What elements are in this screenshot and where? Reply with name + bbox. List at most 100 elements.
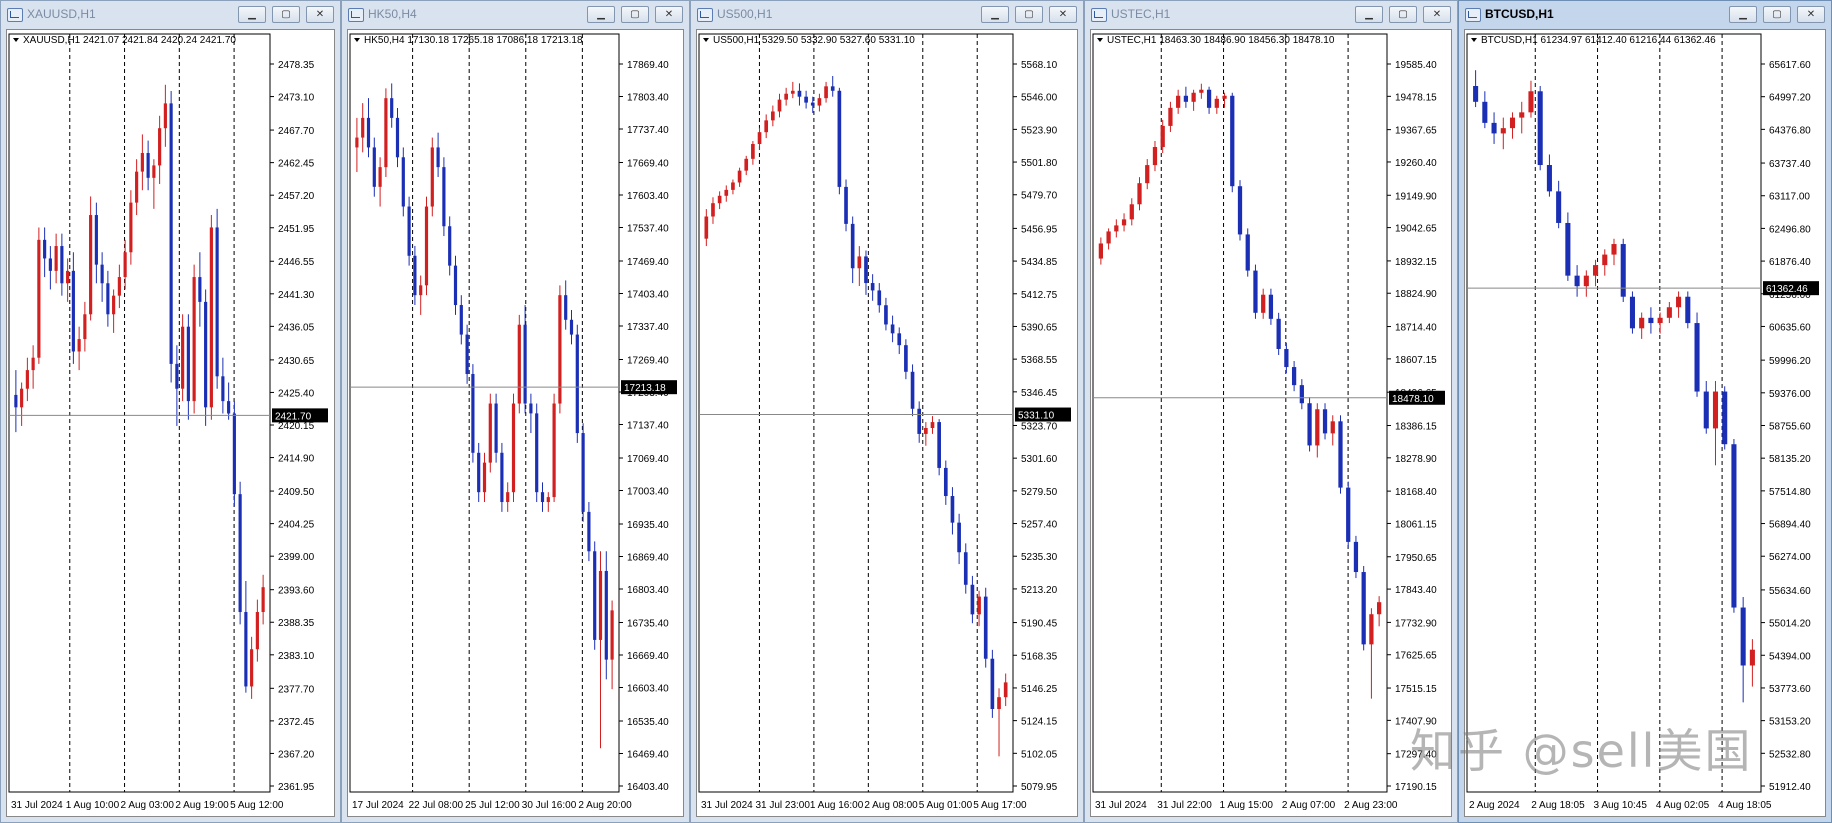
candle	[31, 345, 35, 389]
x-tick-label: 31 Jul 2024	[1095, 800, 1147, 811]
current-price-tag: 17213.18	[621, 380, 677, 395]
y-tick-label: 2399.00	[278, 552, 315, 563]
candle	[494, 393, 498, 463]
candle	[744, 155, 749, 176]
y-tick-label: 17869.40	[627, 60, 669, 71]
candlestick-chart[interactable]: 17869.40 17803.40 17737.40 17669.40 17603.40…	[348, 30, 685, 818]
chart-area[interactable]: 17869.40 17803.40 17737.40 17669.40 17603.40…	[347, 29, 684, 817]
candle	[181, 314, 185, 402]
x-tick-label: 5 Aug 17:00	[973, 800, 1027, 811]
maximize-icon[interactable]: ▢	[1389, 6, 1417, 23]
candle	[997, 688, 1001, 757]
y-tick-label: 64376.80	[1769, 125, 1811, 136]
candle	[66, 258, 70, 302]
y-tick-label: 18932.15	[1395, 257, 1437, 268]
y-tick-label: 56894.40	[1769, 520, 1811, 531]
candle	[1574, 265, 1580, 297]
chart-area[interactable]: 19585.40 19478.15 19367.65 19260.40 19149.90…	[1090, 29, 1452, 817]
chart-window-3[interactable]: USTEC,H1 ▁ ▢ ✕ 19585.40 19478.15 19367.65 19260…	[1084, 0, 1458, 823]
chart-window-icon	[7, 8, 23, 22]
candle	[261, 574, 265, 625]
y-tick-label: 16735.40	[627, 618, 669, 629]
candle	[1322, 403, 1328, 440]
minimize-icon[interactable]: ▁	[587, 6, 615, 23]
candlestick-chart[interactable]: 65617.60 64997.20 64376.80 63737.40 63117.00…	[1465, 30, 1827, 818]
candle	[186, 314, 190, 420]
chart-window-1[interactable]: HK50,H4 ▁ ▢ ✕ 17869.40 17803.40 17737.40 17669.…	[341, 0, 690, 823]
y-tick-label: 16403.40	[627, 782, 669, 793]
y-tick-label: 65617.60	[1769, 60, 1811, 71]
maximize-icon[interactable]: ▢	[1015, 6, 1043, 23]
current-price-tag: 61362.46	[1763, 281, 1819, 295]
y-tick-label: 18714.40	[1395, 323, 1437, 334]
y-tick-label: 53773.60	[1769, 684, 1811, 695]
window-titlebar[interactable]: US500,H1 ▁ ▢ ✕	[691, 1, 1083, 29]
candle	[1315, 403, 1320, 458]
candle	[1299, 379, 1304, 410]
svg-text:61362.46: 61362.46	[1766, 284, 1808, 295]
candle	[436, 132, 440, 177]
window-titlebar[interactable]: USTEC,H1 ▁ ▢ ✕	[1085, 1, 1457, 29]
candle	[227, 382, 231, 420]
y-tick-label: 5546.00	[1021, 93, 1058, 104]
chart-window-2[interactable]: US500,H1 ▁ ▢ ✕ 5568.10 5546.00 5523.90 5501.80 5…	[690, 0, 1084, 823]
x-tick-label: 2 Aug 2024	[1469, 800, 1520, 811]
y-tick-label: 55634.60	[1769, 586, 1811, 597]
candle	[1629, 291, 1635, 334]
candle	[884, 297, 888, 331]
close-icon[interactable]: ✕	[655, 6, 683, 23]
maximize-icon[interactable]: ▢	[621, 6, 649, 23]
candle	[1121, 213, 1127, 232]
candle	[604, 551, 608, 680]
candlestick-chart[interactable]: 5568.10 5546.00 5523.90 5501.80 5479.70 5456.…	[697, 30, 1079, 818]
window-titlebar[interactable]: BTCUSD,H1 ▁ ▢ ✕	[1459, 1, 1831, 29]
candle	[890, 315, 895, 343]
candlestick-chart[interactable]: 2478.35 2473.10 2467.70 2462.45 2457.20 2451.…	[7, 30, 336, 818]
chart-window-0[interactable]: XAUUSD,H1 ▁ ▢ ✕ 2478.35 2473.10 2467.70 2462.45…	[0, 0, 341, 823]
y-tick-label: 18824.90	[1395, 289, 1437, 300]
maximize-icon[interactable]: ▢	[272, 6, 300, 23]
y-tick-label: 5102.05	[1021, 749, 1058, 760]
x-tick-label: 4 Aug 02:05	[1656, 800, 1710, 811]
chart-window-4[interactable]: BTCUSD,H1 ▁ ▢ ✕ 65617.60 64997.20 64376.80 6373…	[1458, 0, 1832, 823]
x-tick-label: 2 Aug 18:05	[1531, 800, 1585, 811]
close-icon[interactable]: ✕	[1423, 6, 1451, 23]
chart-area[interactable]: 2478.35 2473.10 2467.70 2462.45 2457.20 2451.…	[6, 29, 335, 817]
minimize-icon[interactable]: ▁	[238, 6, 266, 23]
window-titlebar[interactable]: XAUUSD,H1 ▁ ▢ ✕	[1, 1, 340, 29]
y-tick-label: 5434.85	[1021, 257, 1058, 268]
close-icon[interactable]: ✕	[1049, 6, 1077, 23]
y-tick-label: 55014.20	[1769, 619, 1811, 630]
candle	[163, 84, 167, 147]
candle	[1183, 86, 1189, 108]
y-tick-label: 18278.90	[1395, 454, 1437, 465]
candle	[1740, 597, 1746, 703]
y-tick-label: 16469.40	[627, 749, 669, 760]
chart-area[interactable]: 65617.60 64997.20 64376.80 63737.40 63117.00…	[1464, 29, 1826, 817]
minimize-icon[interactable]: ▁	[981, 6, 1009, 23]
minimize-icon[interactable]: ▁	[1729, 6, 1757, 23]
candle	[209, 215, 213, 420]
y-tick-label: 5501.80	[1021, 158, 1058, 169]
candle	[731, 179, 735, 195]
candle	[37, 227, 41, 364]
minimize-icon[interactable]: ▁	[1355, 6, 1383, 23]
candle	[797, 83, 802, 106]
candle	[540, 482, 545, 512]
close-icon[interactable]: ✕	[1797, 6, 1825, 23]
candle	[963, 543, 968, 594]
candle	[587, 502, 591, 562]
candle	[419, 275, 423, 315]
y-tick-label: 51912.40	[1769, 782, 1811, 793]
maximize-icon[interactable]: ▢	[1763, 6, 1791, 23]
window-titlebar[interactable]: HK50,H4 ▁ ▢ ✕	[342, 1, 689, 29]
candle	[711, 197, 715, 224]
candlestick-chart[interactable]: 19585.40 19478.15 19367.65 19260.40 19149.90…	[1091, 30, 1453, 818]
candle	[535, 403, 539, 503]
candle	[558, 285, 562, 414]
candle	[1253, 264, 1258, 319]
candle	[610, 600, 614, 690]
chart-area[interactable]: 5568.10 5546.00 5523.90 5501.80 5479.70 5456.…	[696, 29, 1078, 817]
candle	[1261, 288, 1266, 319]
close-icon[interactable]: ✕	[306, 6, 334, 23]
